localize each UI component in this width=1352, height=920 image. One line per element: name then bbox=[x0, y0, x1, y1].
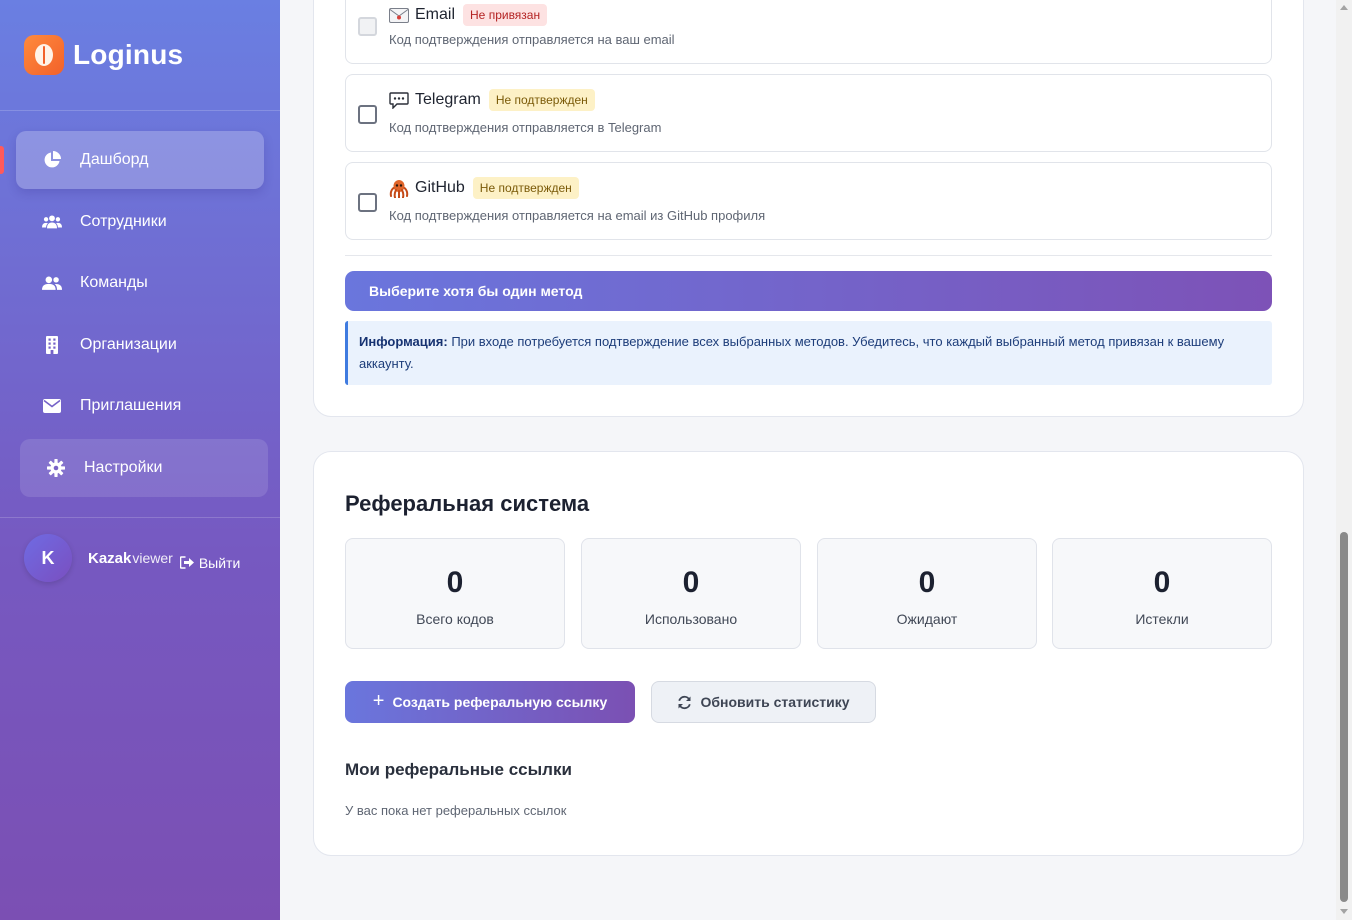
save-mfa-button[interactable]: Выберите хотя бы один метод bbox=[345, 271, 1272, 311]
sidebar-item-settings[interactable]: Настройки bbox=[20, 439, 268, 497]
status-badge: Не подтвержден bbox=[488, 89, 595, 111]
scroll-down-arrow-icon[interactable] bbox=[1340, 909, 1348, 914]
method-title: Email Не привязан bbox=[389, 4, 548, 26]
refresh-stats-button[interactable]: Обновить статистику bbox=[651, 681, 876, 723]
info-alert: Информация: При входе потребуется подтве… bbox=[345, 321, 1272, 385]
status-badge: Не привязан bbox=[463, 4, 548, 26]
sidebar-item-invitations[interactable]: Приглашения bbox=[16, 377, 264, 435]
sidebar-item-teams[interactable]: Команды bbox=[16, 254, 264, 312]
method-name: GitHub bbox=[415, 179, 465, 196]
email-checkbox[interactable] bbox=[358, 17, 377, 36]
telegram-checkbox[interactable] bbox=[358, 105, 377, 124]
method-description: Код подтверждения отправляется в Telegra… bbox=[389, 120, 662, 135]
scroll-up-arrow-icon[interactable] bbox=[1340, 5, 1348, 10]
mfa-method-telegram[interactable]: Telegram Не подтвержден Код подтверждени… bbox=[345, 74, 1272, 152]
brand[interactable]: Loginus bbox=[24, 35, 183, 75]
team-icon bbox=[42, 273, 62, 293]
my-links-title: Мои реферальные ссылки bbox=[345, 760, 572, 779]
logout-button[interactable]: Выйти bbox=[179, 554, 241, 571]
sidebar-item-employees[interactable]: Сотрудники bbox=[16, 193, 264, 251]
sidebar-item-label: Настройки bbox=[84, 459, 163, 476]
sidebar-divider bbox=[0, 110, 280, 111]
info-text: При входе потребуется подтверждение всех… bbox=[359, 334, 1225, 371]
logo-icon bbox=[24, 35, 64, 75]
sidebar-item-label: Организации bbox=[80, 336, 177, 353]
refresh-stats-label: Обновить статистику bbox=[700, 694, 850, 710]
sidebar-divider bbox=[0, 517, 280, 518]
scrollbar-thumb[interactable] bbox=[1340, 532, 1348, 902]
create-referral-label: Создать реферальную ссылку bbox=[392, 694, 608, 710]
info-label: Информация: bbox=[359, 334, 448, 349]
logout-icon bbox=[179, 556, 194, 569]
plus-icon: + bbox=[372, 689, 385, 712]
sidebar-item-label: Приглашения bbox=[80, 397, 182, 414]
avatar[interactable]: K bbox=[24, 534, 72, 582]
stat-value: 0 bbox=[446, 566, 464, 599]
stat-card-used: 0 Использовано bbox=[581, 538, 801, 649]
gear-icon bbox=[46, 458, 66, 478]
octopus-icon bbox=[389, 179, 409, 198]
user-name: Kazak bbox=[88, 549, 132, 567]
pie-chart-icon bbox=[42, 150, 62, 170]
stat-card-total: 0 Всего кодов bbox=[345, 538, 565, 649]
section-title: Реферальная система bbox=[345, 491, 590, 516]
user-role: viewer bbox=[132, 550, 173, 566]
method-description: Код подтверждения отправляется на ваш em… bbox=[389, 32, 675, 47]
mfa-method-email[interactable]: Email Не привязан Код подтверждения отпр… bbox=[345, 0, 1272, 64]
sidebar-item-organizations[interactable]: Организации bbox=[16, 316, 264, 374]
github-checkbox[interactable] bbox=[358, 193, 377, 212]
stat-card-pending: 0 Ожидают bbox=[817, 538, 1037, 649]
users-icon bbox=[42, 212, 62, 232]
method-title: GitHub Не подтвержден bbox=[389, 177, 579, 199]
stat-label: Всего кодов bbox=[416, 611, 494, 627]
sidebar: Loginus Дашборд Сотрудники Команды Орган… bbox=[0, 0, 280, 920]
active-indicator bbox=[0, 146, 4, 174]
stat-label: Использовано bbox=[644, 611, 738, 627]
divider bbox=[345, 255, 1272, 256]
user-panel: K Kazak viewer Выйти bbox=[24, 534, 240, 582]
chat-bubble-icon bbox=[389, 91, 409, 109]
method-description: Код подтверждения отправляется на email … bbox=[389, 208, 766, 223]
sidebar-item-label: Команды bbox=[80, 274, 148, 291]
mail-icon bbox=[389, 6, 409, 24]
sidebar-item-label: Сотрудники bbox=[80, 213, 167, 230]
sidebar-item-dashboard[interactable]: Дашборд bbox=[16, 131, 264, 189]
refresh-icon bbox=[678, 695, 692, 709]
stat-label: Истекли bbox=[1135, 611, 1189, 627]
building-icon bbox=[42, 335, 62, 355]
stat-value: 0 bbox=[1153, 566, 1171, 599]
method-name: Email bbox=[415, 6, 456, 23]
status-badge: Не подтвержден bbox=[472, 177, 579, 199]
stat-value: 0 bbox=[918, 566, 936, 599]
method-name: Telegram bbox=[415, 91, 481, 108]
avatar-initial: K bbox=[41, 547, 55, 568]
stat-card-expired: 0 Истекли bbox=[1052, 538, 1272, 649]
stat-value: 0 bbox=[682, 566, 700, 599]
method-title: Telegram Не подтвержден bbox=[389, 89, 595, 111]
mfa-method-github[interactable]: GitHub Не подтвержден Код подтверждения … bbox=[345, 162, 1272, 240]
app-name: Loginus bbox=[73, 39, 184, 70]
logout-label: Выйти bbox=[198, 554, 241, 571]
empty-state-text: У вас пока нет реферальных ссылок bbox=[345, 803, 567, 818]
sidebar-item-label: Дашборд bbox=[80, 151, 149, 168]
create-referral-button[interactable]: + Создать реферальную ссылку bbox=[345, 681, 635, 723]
stat-label: Ожидают bbox=[896, 611, 958, 627]
envelope-icon bbox=[42, 396, 62, 416]
